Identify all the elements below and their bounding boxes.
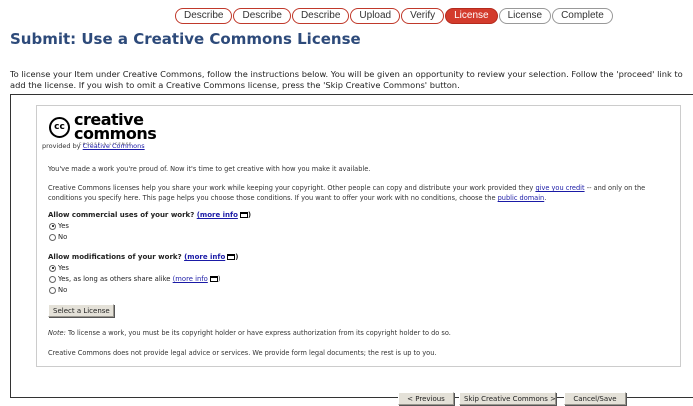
progress-step-upload[interactable]: Upload [350, 8, 401, 24]
popup-window-icon [209, 276, 218, 282]
progress-step-describe-1[interactable]: Describe [175, 8, 233, 24]
select-license-button[interactable]: Select a License [48, 304, 114, 317]
cc-license-chooser: cc creative commons CHOOSE A LICENSE pro… [36, 105, 681, 367]
intro-text: To license your Item under Creative Comm… [10, 69, 683, 90]
legal-disclaimer: Creative Commons does not provide legal … [48, 349, 437, 357]
radio-button-icon[interactable] [49, 275, 56, 283]
provided-by: provided by Creative Commons [42, 142, 145, 150]
previous-button[interactable]: < Previous [398, 392, 454, 405]
popup-window-icon [239, 212, 248, 218]
modifications-label: Allow modifications of your work? [48, 253, 182, 261]
licenses-paragraph: Creative Commons licenses help you share… [48, 183, 673, 203]
modifications-option-no[interactable]: No [49, 286, 67, 294]
commercial-use-label: Allow commercial uses of your work? [48, 211, 195, 219]
radio-button-icon[interactable] [49, 233, 56, 241]
skip-creative-commons-button[interactable]: Skip Creative Commons > [459, 392, 556, 405]
intro-paragraph: You've made a work you're proud of. Now … [48, 165, 371, 173]
cc-circle-icon: cc [49, 117, 70, 138]
modifications-more-info-link[interactable]: (more info [184, 253, 225, 261]
progress-step-verify[interactable]: Verify [401, 8, 445, 24]
commercial-more-info-link[interactable]: (more info [197, 211, 238, 219]
commercial-use-question: Allow commercial uses of your work? (mor… [48, 211, 251, 219]
page-title: Submit: Use a Creative Commons License [10, 30, 361, 48]
note-text: To license a work, you must be its copyr… [67, 329, 451, 337]
modifications-more-info-close: ) [235, 253, 239, 261]
progress-step-license-next: License [498, 8, 552, 24]
copyright-note: Note: To license a work, you must be its… [48, 328, 673, 338]
commercial-more-info-close: ) [247, 211, 252, 219]
cancel-save-button[interactable]: Cancel/Save [564, 392, 626, 405]
popup-window-icon [227, 254, 236, 260]
commercial-option-no[interactable]: No [49, 233, 67, 241]
modifications-option-share-alike-label: Yes, as long as others share alike [58, 275, 171, 283]
progress-bar: Describe Describe Describe Upload Verify… [175, 7, 614, 25]
share-alike-more-info-link[interactable]: (more info [173, 275, 208, 283]
progress-step-describe-3[interactable]: Describe [291, 8, 350, 24]
commercial-option-yes[interactable]: Yes [49, 222, 69, 230]
creative-commons-logo[interactable]: cc creative commons CHOOSE A LICENSE [49, 110, 159, 146]
commercial-option-yes-label: Yes [58, 222, 69, 230]
radio-button-icon[interactable] [49, 286, 56, 294]
note-label: Note: [48, 329, 66, 337]
commercial-option-no-label: No [58, 233, 68, 241]
modifications-option-no-label: No [58, 286, 68, 294]
modifications-option-yes-label: Yes [58, 264, 69, 272]
modifications-option-yes[interactable]: Yes [49, 264, 69, 272]
cc-logo-word-commons: commons [74, 124, 157, 143]
radio-button-checked-icon[interactable] [49, 222, 56, 230]
share-alike-more-info-close: ) [217, 275, 221, 283]
modifications-option-share-alike[interactable]: Yes, as long as others share alike (more… [49, 275, 220, 283]
progress-step-license-current: License [445, 8, 498, 24]
licenses-paragraph-text-c: . [544, 194, 547, 202]
modifications-question: Allow modifications of your work? (more … [48, 253, 238, 261]
progress-step-complete: Complete [552, 8, 613, 24]
progress-step-describe-2[interactable]: Describe [233, 8, 291, 24]
public-domain-link[interactable]: public domain [498, 194, 545, 202]
give-you-credit-link[interactable]: give you credit [535, 184, 584, 192]
creative-commons-link[interactable]: Creative Commons [83, 142, 145, 150]
radio-button-checked-icon[interactable] [49, 264, 56, 272]
provided-by-text: provided by [42, 142, 81, 150]
licenses-paragraph-text-a: Creative Commons licenses help you share… [48, 184, 534, 192]
